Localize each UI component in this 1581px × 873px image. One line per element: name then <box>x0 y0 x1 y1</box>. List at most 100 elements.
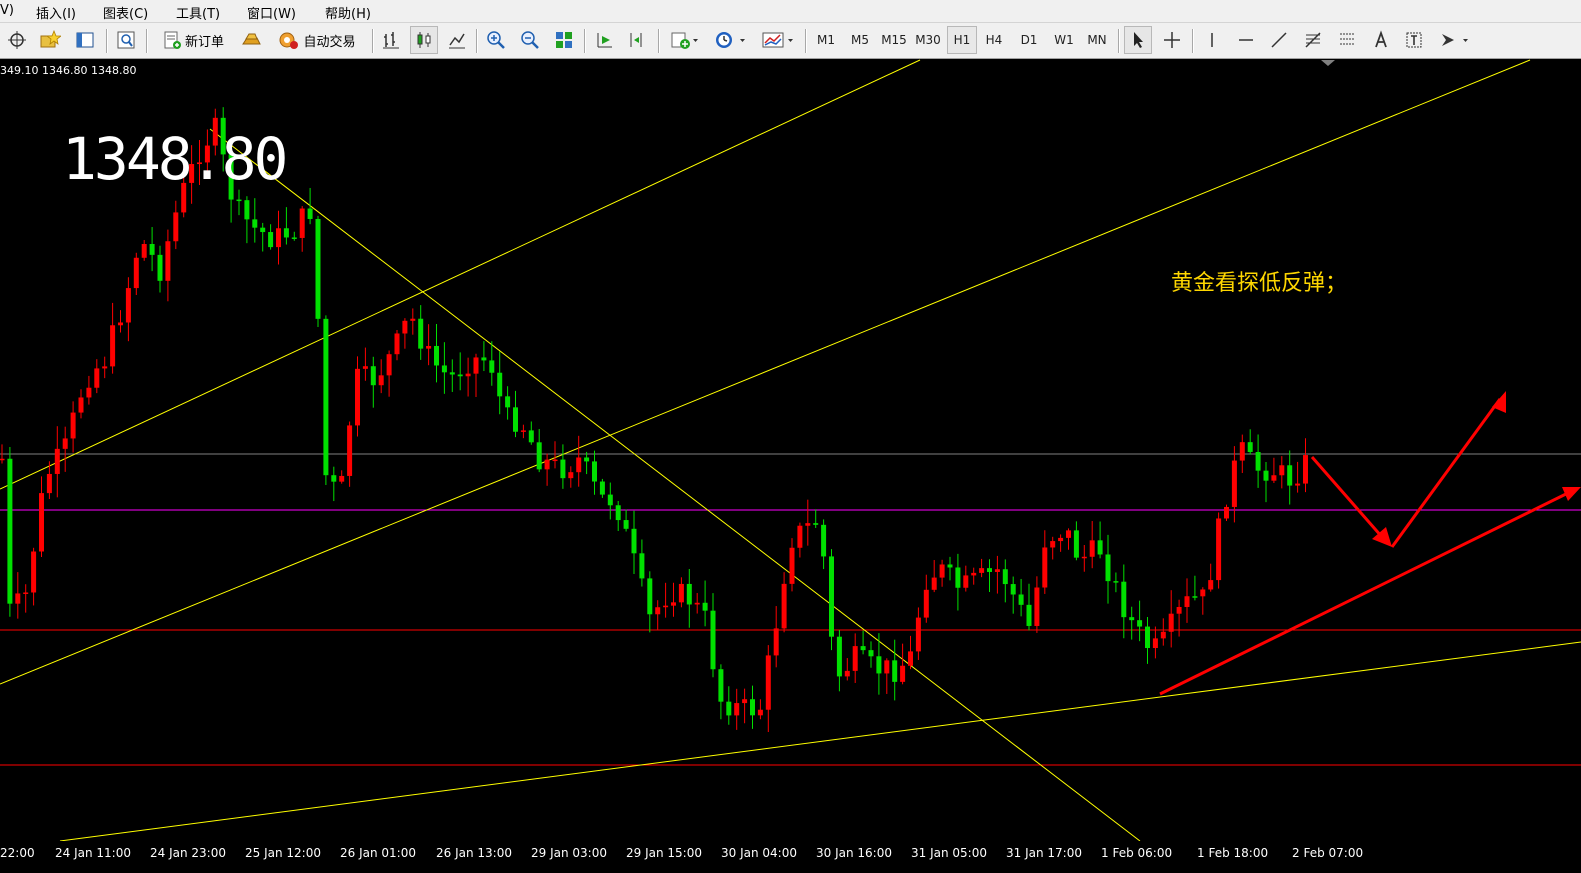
candle-body <box>1152 638 1158 649</box>
candle-body <box>1263 470 1269 481</box>
candle-body <box>291 237 297 239</box>
candle-body <box>631 528 637 554</box>
candle-body <box>947 564 953 568</box>
chart-shift-marker <box>1321 60 1335 66</box>
zoom-out-icon[interactable] <box>517 27 543 53</box>
new-order-button[interactable]: 新订单 <box>155 27 231 53</box>
menu-bar: V) 插入(I) 图表(C) 工具(T) 窗口(W) 帮助(H) <box>0 0 1581 23</box>
trendline-icon[interactable] <box>1266 27 1292 53</box>
candle-body <box>536 442 542 470</box>
cursor-icon[interactable] <box>1124 26 1152 54</box>
candle-body <box>576 457 582 473</box>
candle-body <box>979 568 985 573</box>
candle-body <box>283 228 289 238</box>
timeframe-d1[interactable]: D1 <box>1016 27 1042 53</box>
candle-body <box>1176 606 1182 614</box>
tile-windows-icon[interactable] <box>551 27 577 53</box>
candle-body <box>434 345 439 366</box>
time-label: 29 Jan 15:00 <box>626 846 702 860</box>
timeframe-mn[interactable]: MN <box>1083 27 1111 53</box>
candle-body <box>70 412 76 439</box>
candle-body <box>1121 581 1127 618</box>
chart-shift-icon[interactable] <box>624 27 650 53</box>
timeframe-m30[interactable]: M30 <box>913 27 943 53</box>
crosshair-icon[interactable] <box>1159 27 1185 53</box>
gold-bar-icon[interactable] <box>238 27 264 53</box>
candle-body <box>465 373 471 377</box>
candle-body <box>592 461 597 482</box>
line-chart-icon[interactable] <box>444 27 470 53</box>
navigator-icon[interactable] <box>72 27 98 53</box>
candle-body <box>141 244 147 258</box>
candle-body <box>829 556 834 637</box>
timeframe-w1[interactable]: W1 <box>1050 27 1078 53</box>
text-icon[interactable] <box>1368 27 1394 53</box>
timeframe-h4[interactable]: H4 <box>981 27 1007 53</box>
candle-body <box>892 660 898 682</box>
candle-body <box>149 244 155 255</box>
candle-body <box>426 345 432 349</box>
candle-body <box>781 583 787 629</box>
auto-trading-icon <box>279 32 299 49</box>
candle-body <box>615 505 621 521</box>
candle-body <box>1160 631 1166 639</box>
channel-icon[interactable] <box>1334 27 1360 53</box>
periods-icon[interactable] <box>710 27 750 53</box>
candle-body <box>1129 617 1135 621</box>
autoscroll-icon[interactable] <box>591 27 617 53</box>
timeframe-m15[interactable]: M15 <box>879 27 909 53</box>
candle-body <box>742 699 748 704</box>
menu-view[interactable]: V) <box>0 3 14 18</box>
candle-body <box>671 602 676 606</box>
candle-body <box>1018 594 1024 605</box>
crosshair-target-icon[interactable] <box>4 27 30 53</box>
time-label: 26 Jan 13:00 <box>436 846 512 860</box>
bar-chart-icon[interactable] <box>378 27 404 53</box>
candle-body <box>94 368 100 388</box>
toolbar: 新订单 自动交易 M1 M5 M15 M30 H1 H4 D1 W1 MN <box>0 23 1581 59</box>
zoom-in-icon[interactable] <box>483 27 509 53</box>
arrow-up-head <box>1492 391 1506 413</box>
timeframe-h1[interactable]: H1 <box>947 26 977 54</box>
candle-body <box>252 219 258 228</box>
candle-body <box>102 366 108 369</box>
menu-insert[interactable]: 插入(I) <box>36 3 76 22</box>
candle-body <box>987 568 992 572</box>
candlestick-icon[interactable] <box>410 26 438 54</box>
candle-body <box>884 660 890 674</box>
zoom-chart-icon[interactable] <box>113 27 139 53</box>
candle-body <box>0 458 5 461</box>
candle-body <box>15 593 21 604</box>
templates-icon[interactable] <box>758 27 798 53</box>
candle-body <box>125 288 131 323</box>
timeframe-m1[interactable]: M1 <box>813 27 839 53</box>
candle-body <box>1137 620 1143 627</box>
arrow-up-leg <box>1390 398 1502 548</box>
candles <box>0 107 1308 733</box>
menu-help[interactable]: 帮助(H) <box>325 3 371 22</box>
text-label-icon[interactable] <box>1401 27 1427 53</box>
candle-body <box>244 200 250 220</box>
candle-body <box>678 583 684 603</box>
time-label: 22:00 <box>0 846 35 860</box>
candle-body <box>513 407 518 432</box>
menu-window[interactable]: 窗口(W) <box>247 3 296 22</box>
candle-body <box>1010 584 1016 595</box>
arrows-icon[interactable] <box>1435 27 1475 53</box>
candle-body <box>876 656 882 674</box>
favorites-icon[interactable] <box>36 27 64 53</box>
indicators-icon[interactable] <box>666 27 702 53</box>
candle-body <box>78 397 84 413</box>
horizontal-line-icon[interactable] <box>1233 27 1259 53</box>
timeframe-m5[interactable]: M5 <box>847 27 873 53</box>
candle-body <box>370 366 376 386</box>
candle-body <box>402 320 408 334</box>
vertical-line-icon[interactable] <box>1199 27 1225 53</box>
menu-tools[interactable]: 工具(T) <box>176 3 220 22</box>
time-label: 31 Jan 05:00 <box>911 846 987 860</box>
menu-charts[interactable]: 图表(C) <box>103 3 148 22</box>
auto-trading-button[interactable]: 自动交易 <box>270 27 364 53</box>
time-label: 1 Feb 18:00 <box>1197 846 1269 860</box>
fibonacci-icon[interactable] <box>1300 27 1326 53</box>
chart-area[interactable]: 349.10 1346.80 1348.80 1348.80 黄金看探低反弹； <box>0 59 1581 873</box>
